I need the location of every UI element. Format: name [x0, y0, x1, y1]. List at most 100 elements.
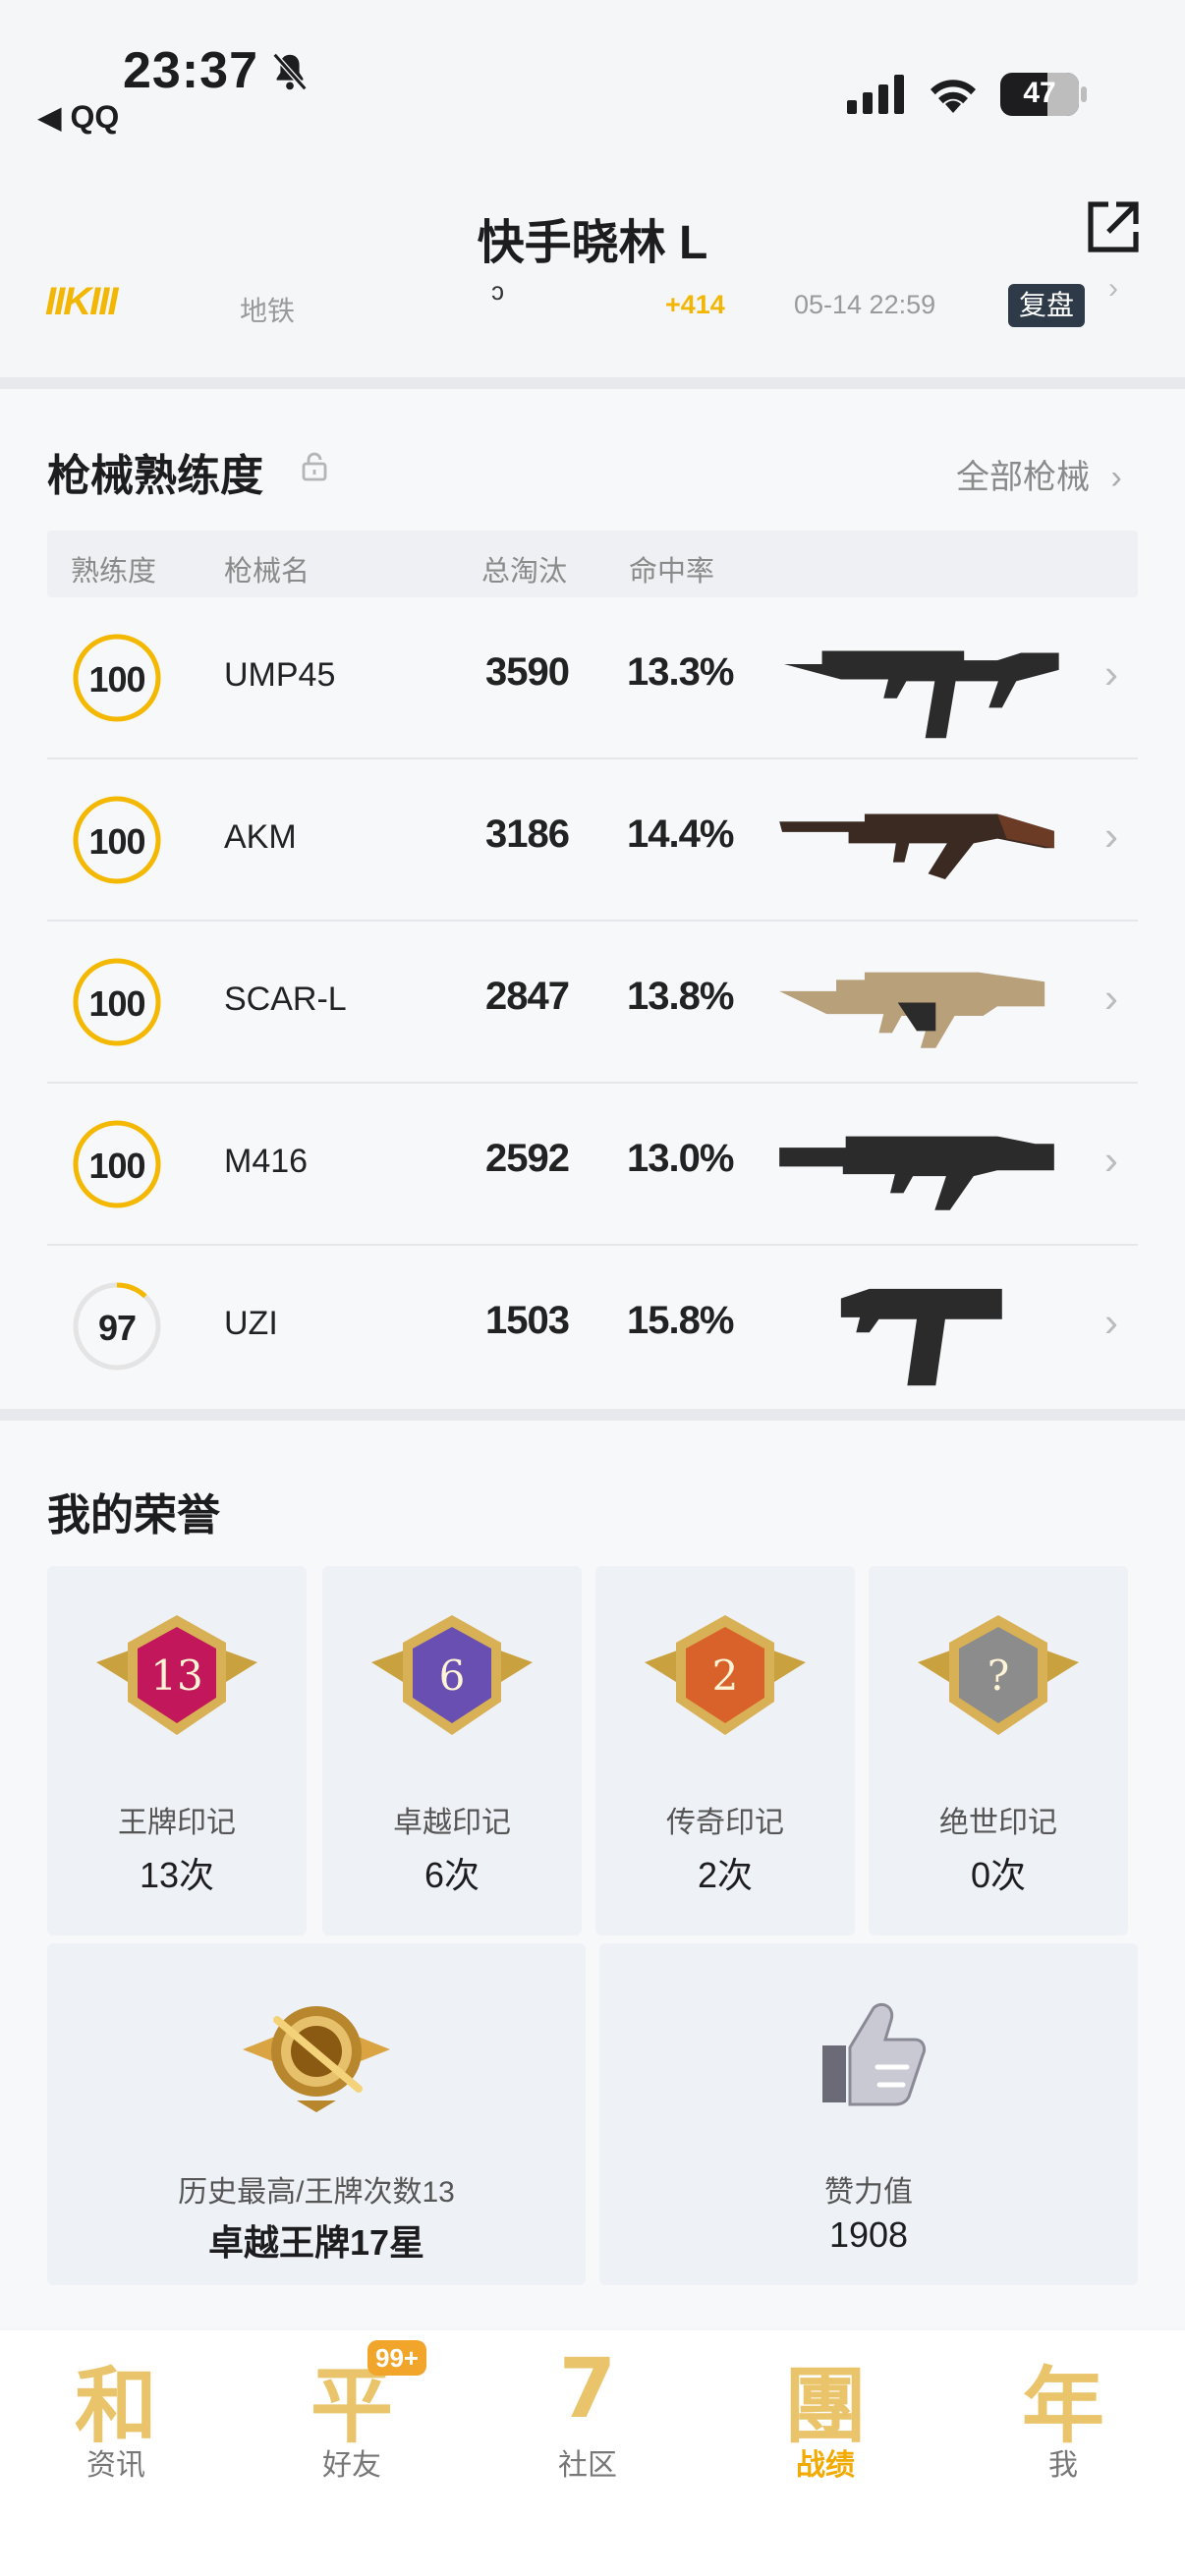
weapon-proficiency-section: 枪械熟练度 全部枪械 › 熟练度 枪械名 总淘汰 命中率 100 UMP45 359… [0, 389, 1185, 1411]
proficiency-ring: 97 [69, 1278, 165, 1374]
weapon-kills: 3186 [485, 812, 570, 856]
likes-label: 赞力值 [824, 2176, 913, 2209]
section-title: 枪械熟练度 [47, 452, 263, 500]
proficiency-level: 100 [88, 1146, 145, 1186]
chevron-right-icon: › [1104, 1299, 1118, 1345]
column-header: 枪械名 [224, 556, 310, 588]
honor-mark-count: 6次 [423, 1855, 480, 1895]
all-weapons-link[interactable]: 全部枪械 › [956, 450, 1122, 498]
chevron-right-icon: › [1104, 650, 1118, 697]
proficiency-level: 100 [88, 821, 145, 862]
honor-mark-count: 2次 [697, 1855, 754, 1895]
battery-level: 47 [1023, 77, 1056, 109]
thumbs-up-icon [822, 2003, 927, 2106]
highest-rank-card[interactable]: 历史最高/王牌次数13 卓越王牌17星 [47, 1943, 586, 2285]
match-score: +414 [665, 290, 725, 319]
proficiency-ring: 100 [69, 1116, 165, 1212]
proficiency-ring: 100 [69, 792, 165, 888]
ace-wings-badge-icon [243, 2006, 390, 2112]
honor-mark-card[interactable]: 6 卓越印记 6次 [322, 1566, 582, 1935]
rank-mark-badge-icon: ? [918, 1615, 1079, 1735]
rank-mark-number: 6 [439, 1652, 466, 1700]
lock-icon [302, 452, 327, 481]
likes-value: 1908 [828, 2214, 909, 2255]
honor-mark-label: 王牌印记 [118, 1807, 236, 1839]
review-button[interactable]: 复盘 [1008, 284, 1085, 327]
section-title: 我的荣誉 [47, 1491, 220, 1540]
tab-label: 好友 [322, 2449, 381, 2482]
tab-label: 社区 [558, 2449, 617, 2482]
likes-card[interactable]: 赞力值 1908 [599, 1943, 1138, 2285]
honor-mark-card[interactable]: 13 王牌印记 13次 [47, 1566, 307, 1935]
tab-label: 我 [1048, 2449, 1078, 2482]
honor-mark-count: 0次 [970, 1855, 1027, 1895]
weapon-name: UMP45 [224, 656, 336, 694]
bell-muted-icon [272, 52, 308, 91]
friends-notification-badge: 99+ [367, 2340, 427, 2376]
rank-mark-number: ? [988, 1652, 1010, 1700]
rank-mark-badge-icon: 2 [645, 1615, 806, 1735]
honor-mark-label: 绝世印记 [939, 1807, 1057, 1839]
cellular-signal-icon [847, 75, 904, 114]
proficiency-level: 97 [97, 1308, 137, 1348]
rank-mark-badge-icon: 13 [96, 1615, 257, 1735]
weapon-row[interactable]: 100 AKM 3186 14.4% › [47, 759, 1138, 922]
match-date: 05-14 22:59 [794, 290, 936, 319]
weapon-row[interactable]: 100 UMP45 3590 13.3% › [47, 597, 1138, 759]
page-title: 快手晓林 L [477, 217, 708, 269]
weapon-row[interactable]: 100 M416 2592 13.0% › [47, 1084, 1138, 1246]
weapon-hit-rate: 15.8% [627, 1299, 734, 1342]
rank-mark-number: 2 [712, 1652, 739, 1700]
weapon-image-icon [779, 972, 1045, 1048]
honor-mark-count: 13次 [139, 1855, 215, 1895]
weapon-hit-rate: 14.4% [627, 812, 734, 856]
chevron-right-icon: › [1104, 812, 1118, 859]
chevron-right-icon: › [1104, 1137, 1118, 1183]
tab-label: 资讯 [86, 2449, 145, 2482]
section-divider [0, 377, 1185, 389]
proficiency-ring: 100 [69, 630, 165, 726]
chevron-right-icon: › [1110, 459, 1122, 496]
weapon-row[interactable]: 100 SCAR-L 2847 13.8% › [47, 922, 1138, 1084]
weapon-row[interactable]: 97 UZI 1503 15.8% › [47, 1246, 1138, 1408]
status-bar: 23:37 ◀ QQ 47 [0, 0, 1185, 177]
match-mode: 地铁 [240, 296, 296, 326]
column-header: 熟练度 [71, 556, 157, 588]
weapon-table-header: 熟练度 枪械名 总淘汰 命中率 [47, 531, 1138, 597]
weapon-hit-rate: 13.0% [627, 1137, 734, 1180]
weapon-image-icon [779, 1136, 1054, 1210]
tab-战绩[interactable]: 團战绩 [747, 2330, 904, 2576]
column-header: 命中率 [629, 556, 715, 588]
weapon-name: UZI [224, 1305, 278, 1342]
tab-label: 战绩 [796, 2449, 855, 2482]
weapon-image-icon [779, 813, 1054, 880]
previous-match-row[interactable]: IIKIII 地铁 ɔ +414 05-14 22:59 复盘 › [0, 272, 1185, 349]
weapon-kills: 2592 [485, 1137, 570, 1180]
honor-mark-card[interactable]: 2 传奇印记 2次 [595, 1566, 855, 1935]
share-external-icon[interactable] [1081, 196, 1144, 259]
honors-section: 我的荣誉 13 王牌印记 13次 6 卓越印记 6次 2 传奇印记 2次? 绝世印记 0次 历史最高… [0, 1421, 1185, 2326]
weapon-hit-rate: 13.3% [627, 650, 734, 694]
weapon-image-icon [840, 1288, 1002, 1386]
weapon-name: AKM [224, 818, 297, 856]
rank-mark-badge-icon: 6 [371, 1615, 533, 1735]
weapon-name: SCAR-L [224, 980, 347, 1018]
all-weapons-label: 全部枪械 [956, 459, 1090, 496]
honor-mark-card[interactable]: ? 绝世印记 0次 [869, 1566, 1128, 1935]
clock-time: 23:37 [123, 42, 258, 99]
tab-我[interactable]: 年我 [985, 2330, 1142, 2576]
tab-社区[interactable]: 7 社区 [509, 2330, 666, 2576]
tab-资讯[interactable]: 和资讯 [37, 2330, 195, 2576]
tab-glyph-icon: 7 [558, 2340, 617, 2436]
honor-mark-label: 传奇印记 [666, 1807, 784, 1839]
chevron-right-icon: › [1108, 272, 1118, 305]
battery-indicator: 47 [1000, 73, 1079, 116]
weapon-kills: 2847 [485, 975, 570, 1018]
back-to-app[interactable]: ◀ QQ [37, 98, 119, 136]
battery-tip [1081, 86, 1087, 102]
section-divider [0, 1409, 1185, 1421]
rank-mark-number: 13 [150, 1652, 202, 1700]
weapon-name: M416 [224, 1143, 309, 1180]
wifi-icon [931, 80, 976, 113]
weapon-kills: 3590 [485, 650, 570, 694]
